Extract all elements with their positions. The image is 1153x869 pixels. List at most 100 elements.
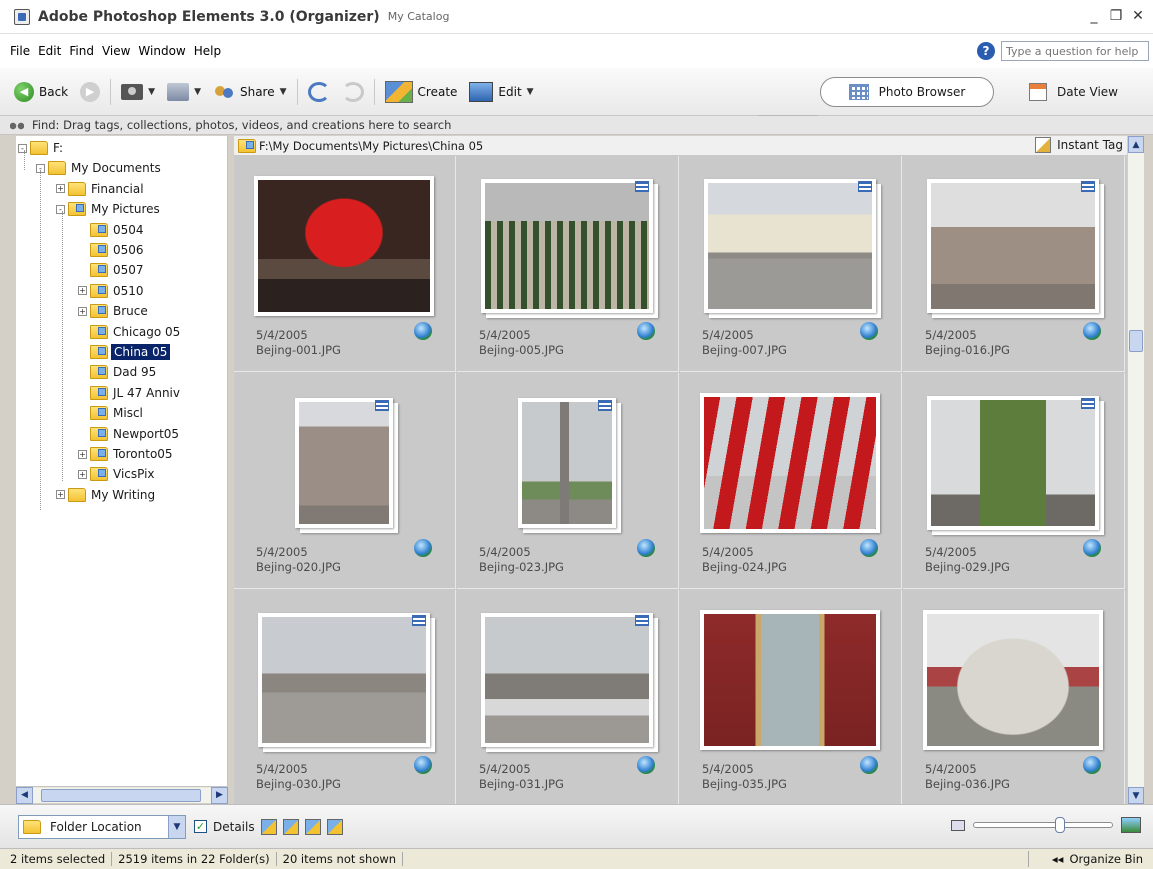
stack-icon[interactable]	[598, 400, 612, 411]
stack-icon[interactable]	[1081, 398, 1095, 409]
tree-item[interactable]: +0510	[78, 281, 146, 301]
get-photos-button[interactable]: ▼	[115, 77, 161, 107]
rotate-left-button[interactable]	[302, 77, 336, 107]
scroll-right-icon[interactable]: ▶	[211, 786, 228, 804]
tree-item[interactable]: 0507	[78, 260, 146, 280]
slideshow-icon[interactable]	[326, 818, 343, 835]
globe-icon[interactable]	[1083, 756, 1101, 774]
photo-cell[interactable]: 5/4/2005 Bejing-007.JPG	[680, 156, 902, 372]
minimize-button[interactable]: _	[1087, 8, 1101, 24]
browser-vertical-scrollbar[interactable]: ▲ ▼	[1127, 136, 1144, 804]
globe-icon[interactable]	[637, 322, 655, 340]
tree-item[interactable]: Miscl	[78, 403, 145, 423]
stack-icon[interactable]	[1081, 181, 1095, 192]
stack-icon[interactable]	[412, 615, 426, 626]
expand-icon[interactable]: +	[78, 449, 87, 459]
photo-cell[interactable]: 5/4/2005 Bejing-001.JPG	[234, 156, 456, 372]
photo-cell[interactable]: 5/4/2005 Bejing-024.JPG	[680, 373, 902, 589]
expand-icon[interactable]: +	[78, 469, 87, 479]
globe-icon[interactable]	[637, 756, 655, 774]
back-button[interactable]: ◀ Back	[8, 77, 74, 107]
tree-item[interactable]: + Bruce	[78, 301, 150, 321]
tree-item[interactable]: + VicsPix	[78, 464, 157, 484]
expand-icon[interactable]: +	[56, 490, 65, 500]
zoom-slider[interactable]	[973, 817, 1113, 833]
photo-thumbnail[interactable]	[254, 176, 434, 316]
create-button[interactable]: Create	[379, 77, 464, 107]
photo-thumbnail[interactable]	[704, 179, 876, 313]
globe-icon[interactable]	[637, 539, 655, 557]
help-question-icon[interactable]: ?	[977, 42, 995, 60]
globe-icon[interactable]	[860, 322, 878, 340]
tree-item[interactable]: China 05	[78, 342, 171, 362]
stack-icon[interactable]	[260, 818, 277, 835]
menu-find[interactable]: Find	[65, 44, 98, 58]
photo-thumbnail[interactable]	[923, 610, 1103, 750]
scrollbar-thumb[interactable]	[1129, 330, 1143, 352]
globe-icon[interactable]	[414, 322, 432, 340]
scrollbar-track[interactable]	[33, 787, 211, 803]
tree-item[interactable]: JL 47 Anniv	[78, 383, 182, 403]
globe-icon[interactable]	[414, 756, 432, 774]
tree-item[interactable]: - My Documents	[36, 158, 163, 178]
globe-icon[interactable]	[414, 539, 432, 557]
find-bar[interactable]: Find: Drag tags, collections, photos, vi…	[0, 116, 1153, 135]
help-search-input[interactable]	[1001, 41, 1149, 61]
photo-thumbnail[interactable]	[481, 179, 653, 313]
globe-icon[interactable]	[1083, 539, 1101, 557]
tree-item[interactable]: - F:	[18, 138, 65, 158]
share-button[interactable]: Share ▼	[207, 77, 293, 107]
photo-cell[interactable]: 5/4/2005 Bejing-020.JPG	[234, 373, 456, 589]
rotate-right-button[interactable]	[336, 77, 370, 107]
menu-file[interactable]: File	[6, 44, 34, 58]
menu-window[interactable]: Window	[134, 44, 189, 58]
scrollbar-thumb[interactable]	[41, 788, 201, 802]
stack-icon[interactable]	[635, 181, 649, 192]
close-button[interactable]: ✕	[1131, 8, 1145, 24]
photo-cell[interactable]: 5/4/2005 Bejing-035.JPG	[680, 590, 902, 804]
forward-button[interactable]: ▶	[74, 77, 106, 107]
stack-icon[interactable]	[375, 400, 389, 411]
chevron-down-icon[interactable]: ▼	[168, 815, 185, 838]
tree-item[interactable]: - My Pictures	[56, 199, 162, 219]
tab-photo-browser[interactable]: Photo Browser	[820, 77, 994, 107]
organize-bin-button[interactable]: ◂◂ Organize Bin	[1052, 852, 1143, 866]
arrange-select[interactable]: Folder Location ▼	[18, 814, 186, 839]
photo-cell[interactable]: 5/4/2005 Bejing-030.JPG	[234, 590, 456, 804]
tab-date-view[interactable]: Date View	[1029, 77, 1118, 107]
scroll-down-icon[interactable]: ▼	[1128, 787, 1144, 804]
photo-thumbnail[interactable]	[481, 613, 653, 747]
photo-cell[interactable]: 5/4/2005 Bejing-036.JPG	[903, 590, 1125, 804]
menu-edit[interactable]: Edit	[34, 44, 65, 58]
globe-icon[interactable]	[1083, 322, 1101, 340]
photo-thumbnail[interactable]	[927, 179, 1099, 313]
collapse-icon[interactable]: -	[56, 204, 65, 214]
menu-help[interactable]: Help	[190, 44, 225, 58]
print-button[interactable]: ▼	[161, 77, 207, 107]
instant-tag-button[interactable]: Instant Tag	[1035, 137, 1123, 153]
photo-thumbnail[interactable]	[518, 398, 616, 528]
photo-cell[interactable]: 5/4/2005 Bejing-023.JPG	[457, 373, 679, 589]
photo-cell[interactable]: 5/4/2005 Bejing-029.JPG	[903, 373, 1125, 589]
expand-icon[interactable]: +	[56, 184, 65, 194]
tree-horizontal-scrollbar[interactable]: ◀ ▶	[16, 786, 228, 804]
tree-item[interactable]: + Financial	[56, 179, 146, 199]
tree-item[interactable]: + Toronto05	[78, 444, 175, 464]
photo-thumbnail[interactable]	[295, 398, 393, 528]
menu-view[interactable]: View	[98, 44, 134, 58]
tree-item[interactable]: 0504	[78, 220, 146, 240]
photo-thumbnail[interactable]	[700, 610, 880, 750]
restore-button[interactable]: ❐	[1109, 8, 1123, 24]
tag-panel-icon[interactable]	[304, 818, 321, 835]
photo-thumbnail[interactable]	[258, 613, 430, 747]
zoom-slider-handle[interactable]	[1055, 817, 1065, 833]
scroll-up-icon[interactable]: ▲	[1128, 136, 1144, 153]
photo-cell[interactable]: 5/4/2005 Bejing-005.JPG	[457, 156, 679, 372]
photo-cell[interactable]: 5/4/2005 Bejing-031.JPG	[457, 590, 679, 804]
edit-button[interactable]: Edit ▼	[463, 77, 539, 107]
expand-icon[interactable]: +	[78, 306, 87, 316]
tree-item[interactable]: Newport05	[78, 424, 181, 444]
tree-item[interactable]: Chicago 05	[78, 322, 182, 342]
expand-icon[interactable]: +	[78, 286, 87, 296]
globe-icon[interactable]	[860, 539, 878, 557]
